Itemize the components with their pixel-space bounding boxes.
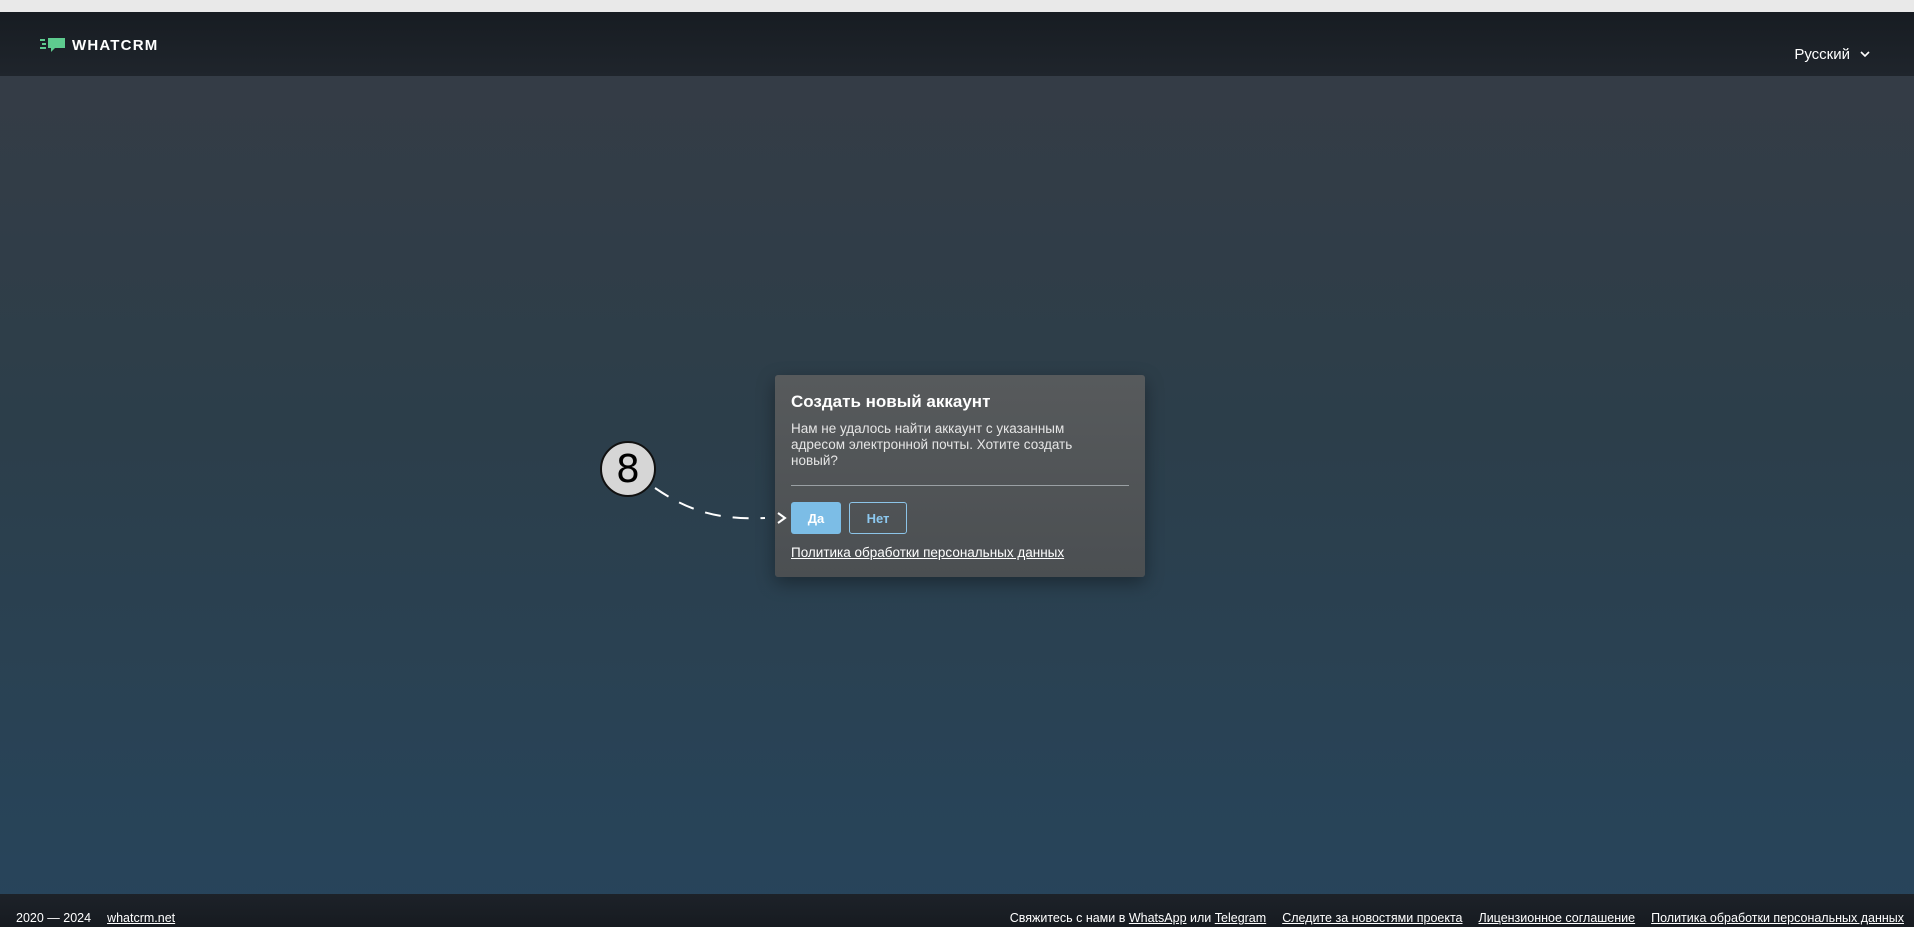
no-button[interactable]: Нет	[849, 502, 907, 534]
language-label: Русский	[1794, 45, 1850, 63]
or-text: или	[1190, 911, 1212, 925]
news-link[interactable]: Следите за новостями проекта	[1282, 911, 1462, 925]
chevron-down-icon	[1860, 50, 1870, 57]
contact-text: Свяжитесь с нами в WhatsApp или Telegram	[1010, 911, 1267, 925]
whatsapp-link[interactable]: WhatsApp	[1129, 911, 1187, 925]
create-account-dialog: Создать новый аккаунт Нам не удалось най…	[775, 375, 1145, 577]
license-link[interactable]: Лицензионное соглашение	[1479, 911, 1636, 925]
footer: 2020 — 2024 whatcrm.net Свяжитесь с нами…	[0, 894, 1914, 927]
logo-text: WHATCRM	[72, 36, 159, 54]
chat-logo-icon	[40, 36, 66, 54]
top-bar: WHATCRM Русский	[0, 12, 1914, 76]
page-background: WHATCRM Русский Создать новый аккаунт На…	[0, 12, 1914, 927]
dialog-divider	[791, 485, 1129, 486]
dialog-buttons: Да Нет	[791, 502, 1129, 534]
privacy-policy-link[interactable]: Политика обработки персональных данных	[791, 545, 1064, 560]
telegram-link[interactable]: Telegram	[1215, 911, 1266, 925]
dialog-title: Создать новый аккаунт	[791, 392, 991, 411]
contact-prefix: Свяжитесь с нами в	[1009, 911, 1126, 925]
logo[interactable]: WHATCRM	[40, 36, 158, 54]
dialog-message: Нам не удалось найти аккаунт с указанным…	[791, 421, 1073, 468]
yes-button[interactable]: Да	[791, 502, 841, 534]
footer-right: Свяжитесь с нами в WhatsApp или Telegram…	[1010, 911, 1904, 925]
copyright-years: 2020 — 2024	[16, 911, 92, 925]
footer-privacy-link[interactable]: Политика обработки персональных данных	[1651, 911, 1904, 925]
footer-left: 2020 — 2024 whatcrm.net	[16, 911, 175, 925]
site-link[interactable]: whatcrm.net	[107, 911, 175, 925]
language-selector[interactable]: Русский	[1794, 44, 1870, 64]
